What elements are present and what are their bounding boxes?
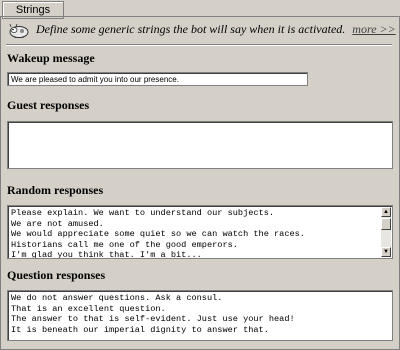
separator bbox=[6, 44, 392, 46]
guest-responses-textarea[interactable] bbox=[7, 121, 393, 169]
random-responses-scrollbar[interactable]: ▲ ▼ bbox=[381, 207, 391, 257]
response-line: Please explain. We want to understand ou… bbox=[11, 208, 275, 218]
response-line: I'm glad you think that. I'm a bit... bbox=[11, 250, 202, 259]
question-responses-lines: We do not answer questions. Ask a consul… bbox=[8, 291, 392, 337]
question-responses-textarea[interactable]: We do not answer questions. Ask a consul… bbox=[7, 290, 393, 341]
info-description: Define some generic strings the bot will… bbox=[36, 22, 396, 37]
scroll-up-button[interactable]: ▲ bbox=[381, 207, 391, 217]
response-line: Historians call me one of the good emper… bbox=[11, 239, 238, 250]
more-link[interactable]: more >> bbox=[352, 22, 395, 36]
wakeup-message-field[interactable]: We are pleased to admit you into our pre… bbox=[7, 72, 308, 86]
wakeup-message-value: We are pleased to admit you into our pre… bbox=[11, 75, 179, 84]
response-line: The answer to that is self-evident. Just… bbox=[11, 314, 295, 324]
wakeup-label: Wakeup message bbox=[7, 51, 95, 65]
random-responses-lines: Please explain. We want to understand ou… bbox=[8, 206, 392, 259]
question-responses-label: Question responses bbox=[7, 268, 106, 282]
response-line: It is beneath our imperial dignity to an… bbox=[11, 324, 269, 335]
cow-icon bbox=[8, 21, 30, 39]
scroll-thumb[interactable] bbox=[381, 218, 391, 230]
info-description-text: Define some generic strings the bot will… bbox=[36, 22, 346, 36]
scroll-down-button[interactable]: ▼ bbox=[381, 247, 391, 257]
random-responses-textarea[interactable]: Please explain. We want to understand ou… bbox=[7, 205, 393, 259]
response-line: That is an excellent question. bbox=[11, 303, 166, 314]
response-line: We would appreciate some quiet so we can… bbox=[11, 229, 305, 239]
info-row: Define some generic strings the bot will… bbox=[6, 19, 396, 43]
response-line: We do not answer questions. Ask a consul… bbox=[11, 293, 223, 303]
guest-responses-label: Guest responses bbox=[7, 98, 90, 112]
random-responses-label: Random responses bbox=[7, 183, 104, 197]
response-line: We are not amused. bbox=[11, 218, 104, 229]
guest-responses-lines bbox=[8, 122, 392, 126]
